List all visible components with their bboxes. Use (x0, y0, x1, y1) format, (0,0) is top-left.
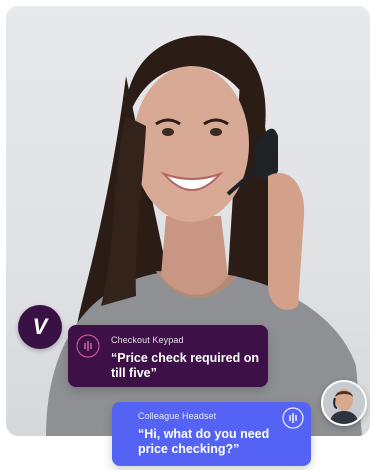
headset-message-bubble: Colleague Headset “Hi, what do you need … (112, 402, 311, 466)
message-source: Checkout Keypad (111, 335, 184, 345)
brand-logo-letter: V (32, 314, 48, 339)
sound-wave-icon (282, 407, 304, 429)
keypad-message-bubble: Checkout Keypad “Price check required on… (68, 325, 268, 387)
message-text: “Price check required on till five” (111, 351, 259, 380)
brand-logo: V (18, 305, 62, 349)
colleague-avatar (321, 380, 367, 426)
message-source: Colleague Headset (138, 411, 217, 421)
sound-wave-icon (76, 334, 100, 358)
message-text: “Hi, what do you need price checking?” (138, 427, 270, 456)
